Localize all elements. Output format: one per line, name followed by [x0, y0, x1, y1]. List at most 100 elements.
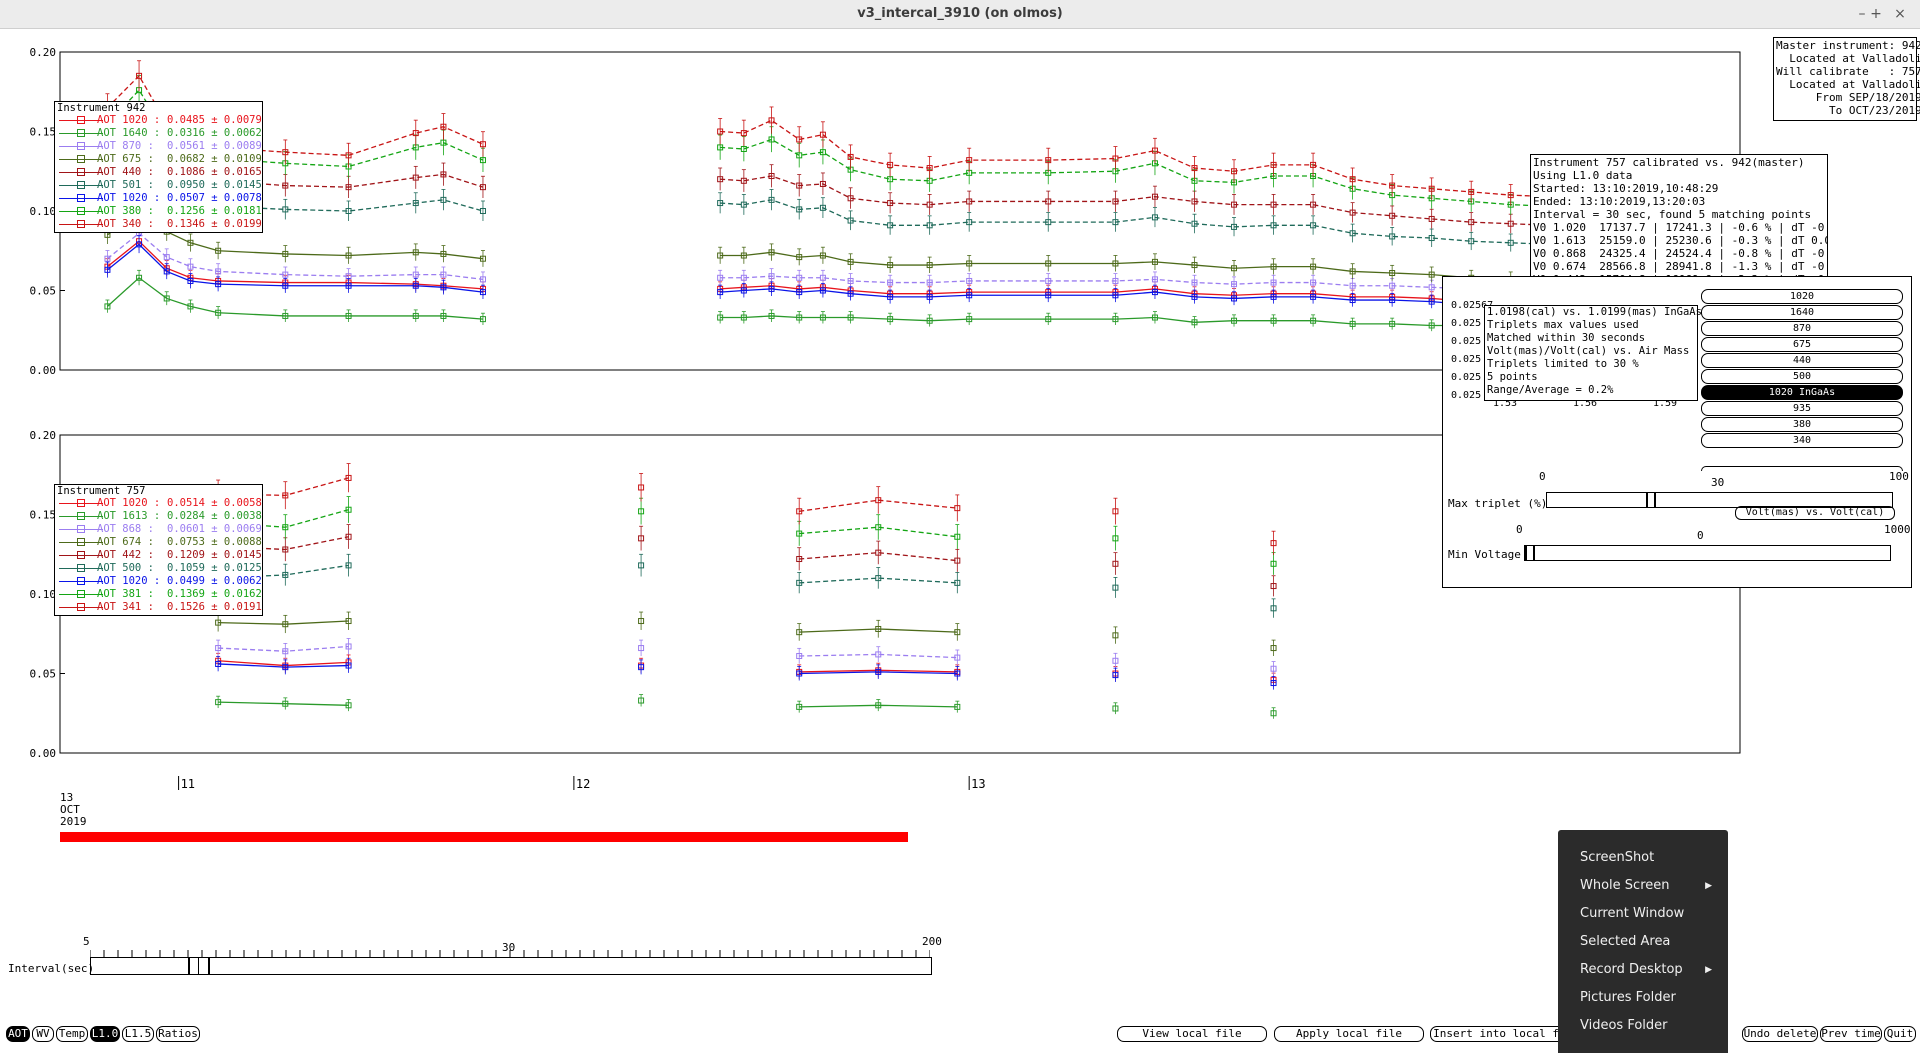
legend-value: 0.0950 ± 0.0145 [167, 179, 262, 191]
legend-value: 0.0682 ± 0.0109 [167, 153, 262, 165]
time-tick-label: 12 [576, 777, 590, 791]
legend-row: AOT 675 : 0.0682 ± 0.0109 [55, 153, 262, 166]
legend-value: 0.0485 ± 0.0079 [167, 114, 262, 126]
legend-marker [77, 564, 85, 572]
legend-label: AOT 870 : [97, 140, 154, 152]
channel-button-1020-ingaas[interactable]: 1020 InGaAs [1701, 385, 1903, 400]
legend-marker [77, 181, 85, 189]
channel-button-870[interactable]: 870 [1701, 321, 1903, 336]
legend-label: AOT 1020 : [97, 114, 161, 126]
legend-value: 0.1346 ± 0.0199 [167, 218, 262, 230]
calibration-info-line: Started: 13:10:2019,10:48:29 [1533, 182, 1719, 195]
menu-item-current-window[interactable]: Current Window [1558, 900, 1728, 928]
mode-button-l1-0[interactable]: L1.0 [90, 1026, 120, 1042]
master-info-line: From SEP/18/2019 [1776, 91, 1920, 104]
menu-item-label: Whole Screen [1580, 878, 1670, 893]
legend-marker [77, 590, 85, 598]
max-triplet-thumb[interactable] [1645, 493, 1656, 507]
view-local-file-button[interactable]: View local file [1117, 1026, 1267, 1042]
max-triplet-min-label: 0 [1539, 470, 1546, 483]
undo-delete-button[interactable]: Undo delete [1742, 1026, 1818, 1042]
legend-label: AOT 500 : [97, 562, 154, 574]
min-voltage-label: Min Voltage [1448, 548, 1521, 561]
y-tick-label: 0.15 [30, 509, 57, 522]
min-voltage-mid-label: 0 [1697, 529, 1704, 542]
interval-slider[interactable] [90, 957, 932, 975]
interval-slider-thumb[interactable] [187, 958, 210, 974]
legend-label: AOT 501 : [97, 179, 154, 191]
menu-item-record-desktop[interactable]: Record Desktop ▶ [1558, 956, 1728, 984]
calibration-info-line: Ended: 13:10:2019,13:20:03 [1533, 195, 1706, 208]
date-label: 13 OCT 2019 [60, 792, 87, 828]
mode-button-aot[interactable]: AOT [6, 1026, 30, 1042]
channel-button-440[interactable]: 440 [1701, 353, 1903, 368]
series-7 [215, 496, 1277, 575]
legend-row: AOT 868 : 0.0601 ± 0.0069 [55, 523, 262, 536]
y-tick-label: 0.05 [30, 668, 57, 681]
y-tick-label: 0.05 [30, 285, 57, 298]
interval-label: Interval(sec) [8, 962, 95, 975]
legend-row: AOT 674 : 0.0753 ± 0.0088 [55, 536, 262, 549]
mini-y-tick: 0.025 [1451, 390, 1481, 401]
master-info-line: Located at Valladolid [1776, 78, 1920, 91]
overlay-line: Triplets limited to 30 % [1487, 358, 1639, 370]
min-voltage-slider[interactable] [1524, 545, 1891, 561]
legend-label: AOT 1020 : [97, 497, 161, 509]
channel-button-1640[interactable]: 1640 [1701, 305, 1903, 320]
prev-time-button[interactable]: Prev time [1820, 1026, 1882, 1042]
submenu-arrow-icon: ▶ [1705, 965, 1712, 975]
series-5 [215, 553, 1277, 618]
legend-row: AOT 1020 : 0.0485 ± 0.0079 [55, 114, 262, 127]
legend-marker [77, 129, 85, 137]
channel-button-340[interactable]: 340 [1701, 433, 1903, 448]
overlay-line: Triplets max values used [1487, 319, 1639, 331]
apply-local-file-button[interactable]: Apply local file [1274, 1026, 1424, 1042]
menu-item-pictures-folder[interactable]: Pictures Folder [1558, 984, 1728, 1012]
menu-item-videos-folder[interactable]: Videos Folder [1558, 1012, 1728, 1040]
volt-mas-vs-volt-cal-button[interactable]: Volt(mas) vs. Volt(cal) [1735, 506, 1895, 520]
legend-value: 0.1086 ± 0.0165 [167, 166, 262, 178]
menu-item-screenshot[interactable]: ScreenShot [1558, 844, 1728, 872]
channel-button-935[interactable]: 935 [1701, 401, 1903, 416]
channel-button-1020[interactable]: 1020 [1701, 289, 1903, 304]
legend-marker [77, 142, 85, 150]
legend-row: AOT 380 : 0.1256 ± 0.0181 [55, 205, 262, 218]
legend-value: 0.0601 ± 0.0069 [167, 523, 262, 535]
mini-y-tick: 0.025 [1451, 336, 1481, 347]
mini-y-tick: 0.025 [1451, 354, 1481, 365]
channel-button-380[interactable]: 380 [1701, 417, 1903, 432]
max-triplet-mid-label: 30 [1711, 476, 1725, 489]
menu-item-selected-area[interactable]: Selected Area [1558, 928, 1728, 956]
legend-label: AOT 380 : [97, 205, 154, 217]
series-3 [215, 611, 1277, 657]
y-tick-label: 0.00 [30, 747, 57, 760]
calibration-info-line: V0 1.020 17137.7 | 17241.3 | -0.6 % | dT… [1533, 221, 1828, 234]
legend-marker [77, 603, 85, 611]
legend-value: 0.0316 ± 0.0062 [167, 127, 262, 139]
mode-button-ratios[interactable]: Ratios [156, 1026, 200, 1042]
menu-item-label: Videos Folder [1580, 1018, 1668, 1033]
y-tick-label: 0.15 [30, 126, 57, 139]
calibration-info-line: V0 0.868 24325.4 | 24524.4 | -0.8 % | dT… [1533, 247, 1828, 260]
min-voltage-thumb[interactable] [1525, 546, 1535, 560]
mini-y-tick: 0.025 [1451, 372, 1481, 383]
channel-button-675[interactable]: 675 [1701, 337, 1903, 352]
quit-button[interactable]: Quit [1884, 1026, 1916, 1042]
menu-item-label: Record Desktop [1580, 962, 1683, 977]
legend-row: AOT 1020 : 0.0514 ± 0.0058 [55, 497, 262, 510]
mode-button-temp[interactable]: Temp [56, 1026, 88, 1042]
legend-row: AOT 1640 : 0.0316 ± 0.0062 [55, 127, 262, 140]
master-info-line: Master instrument: 942 [1776, 39, 1920, 52]
legend-label: AOT 440 : [97, 166, 154, 178]
mode-button-l1-5[interactable]: L1.5 [122, 1026, 154, 1042]
channel-button-partial[interactable] [1701, 466, 1903, 471]
mode-button-wv[interactable]: WV [32, 1026, 54, 1042]
calibration-info-box: Instrument 757 calibrated vs. 942(master… [1530, 154, 1828, 284]
legend-marker [77, 194, 85, 202]
interval-min-label: 5 [83, 935, 90, 948]
legend-instrument-942: Instrument 942 AOT 1020 :0.0485 ± 0.0079 A… [54, 101, 263, 233]
channel-button-500[interactable]: 500 [1701, 369, 1903, 384]
menu-item-whole-screen[interactable]: Whole Screen ▶ [1558, 872, 1728, 900]
legend-row: AOT 1020 : 0.0507 ± 0.0078 [55, 192, 262, 205]
legend-value: 0.1256 ± 0.0181 [167, 205, 262, 217]
